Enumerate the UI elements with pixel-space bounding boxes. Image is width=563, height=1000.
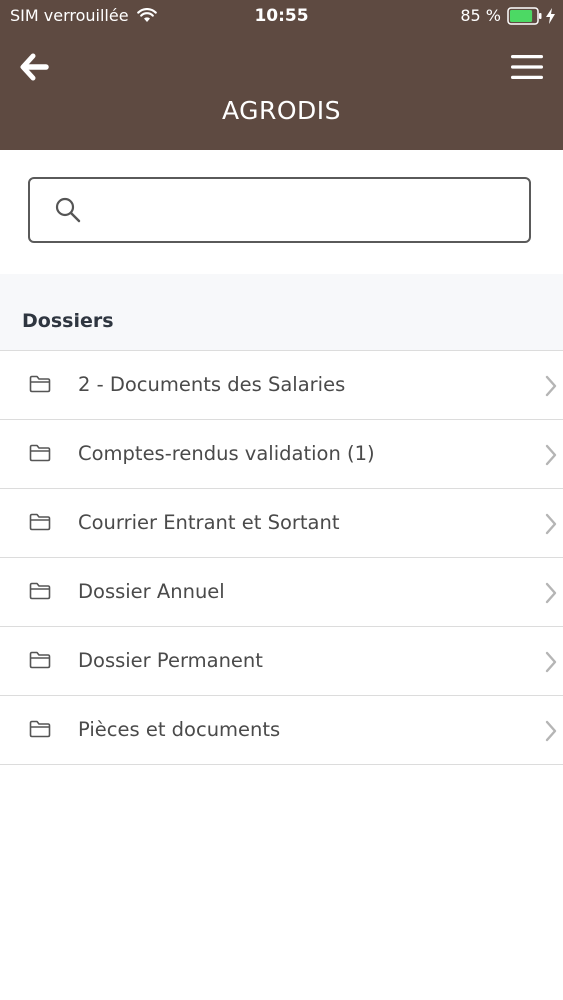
- folder-icon: [29, 582, 51, 600]
- charging-bolt-icon: [546, 7, 555, 24]
- search-box[interactable]: [28, 177, 531, 243]
- chevron-right-icon: [545, 444, 557, 466]
- chevron-right-icon: [545, 375, 557, 397]
- folder-item[interactable]: 2 - Documents des Salaries: [0, 351, 563, 420]
- folder-icon: [29, 513, 51, 531]
- chevron-right-icon: [545, 720, 557, 742]
- section-header: Dossiers: [0, 274, 563, 351]
- folder-item[interactable]: Pièces et documents: [0, 696, 563, 765]
- chevron-right-icon: [545, 582, 557, 604]
- search-icon: [55, 197, 81, 223]
- battery-info: 85 %: [460, 6, 555, 25]
- hamburger-menu-icon: [511, 55, 543, 79]
- folder-icon: [29, 444, 51, 462]
- folder-label: Dossier Permanent: [78, 649, 263, 672]
- battery-percent: 85 %: [460, 6, 501, 25]
- folder-item[interactable]: Courrier Entrant et Sortant: [0, 489, 563, 558]
- app-header: SIM verrouillée 10:55 85 % AGRODIS: [0, 0, 563, 150]
- folder-icon: [29, 651, 51, 669]
- folder-icon: [29, 720, 51, 738]
- folder-label: Courrier Entrant et Sortant: [78, 511, 340, 534]
- folder-item[interactable]: Dossier Annuel: [0, 558, 563, 627]
- back-button[interactable]: [16, 50, 52, 84]
- section-title: Dossiers: [22, 310, 114, 332]
- folder-item[interactable]: Comptes-rendus validation (1): [0, 420, 563, 489]
- folder-label: 2 - Documents des Salaries: [78, 373, 346, 396]
- folder-icon: [29, 375, 51, 393]
- page-title: AGRODIS: [221, 96, 342, 125]
- status-bar: SIM verrouillée 10:55 85 %: [0, 0, 563, 32]
- chevron-right-icon: [545, 651, 557, 673]
- chevron-right-icon: [545, 513, 557, 535]
- folder-list: 2 - Documents des Salaries Comptes-rendu…: [0, 351, 563, 765]
- menu-button[interactable]: [509, 52, 545, 82]
- folder-label: Dossier Annuel: [78, 580, 225, 603]
- folder-label: Pièces et documents: [78, 718, 281, 741]
- battery-icon: [507, 6, 542, 25]
- folder-label: Comptes-rendus validation (1): [78, 442, 375, 465]
- folder-item[interactable]: Dossier Permanent: [0, 627, 563, 696]
- arrow-left-icon: [20, 53, 49, 81]
- search-input[interactable]: [92, 189, 515, 231]
